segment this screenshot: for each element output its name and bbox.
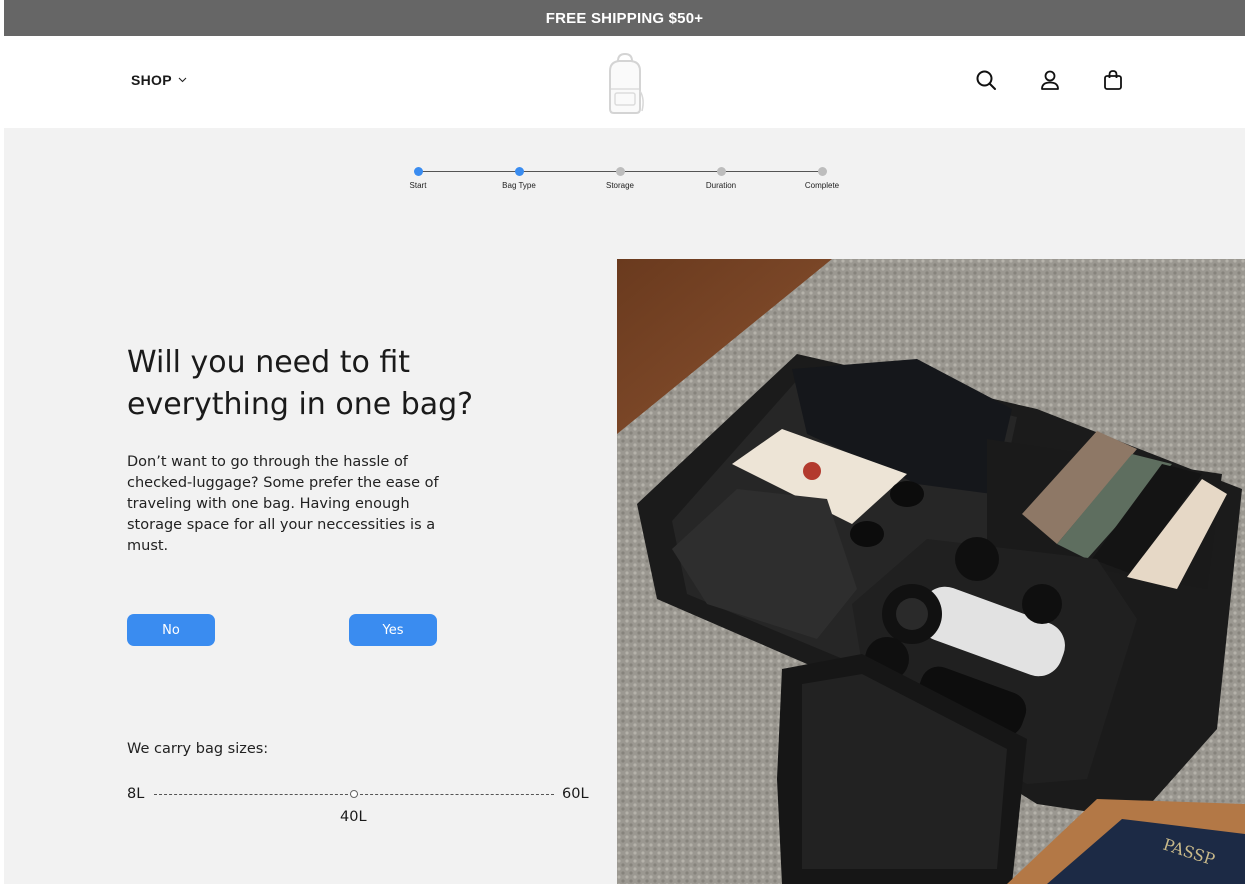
stepper-dot <box>817 167 827 176</box>
stepper-dot <box>615 167 625 176</box>
promo-banner: FREE SHIPPING $50+ <box>4 0 1245 36</box>
no-button[interactable]: No <box>127 614 215 646</box>
bag-size-mid: 40L <box>340 809 367 825</box>
bag-size-range-knob <box>350 790 358 798</box>
search-icon[interactable] <box>974 68 998 92</box>
backpack-logo-icon[interactable] <box>602 51 648 117</box>
stepper-dot <box>413 167 423 176</box>
chevron-down-icon <box>178 77 187 83</box>
yes-button[interactable]: Yes <box>349 614 437 646</box>
stepper-step: Bag Type <box>489 167 549 190</box>
packed-backpack-photo: PASSP <box>617 259 1245 884</box>
cart-icon[interactable] <box>1101 68 1125 92</box>
question-description: Don’t want to go through the hassle of c… <box>127 454 439 554</box>
stepper-label: Start <box>409 181 427 190</box>
stepper-label: Bag Type <box>502 181 536 190</box>
page: FREE SHIPPING $50+ SHOP Start Bag Type S… <box>4 0 1245 884</box>
bag-size-min: 8L <box>127 786 145 802</box>
stepper-step: Storage <box>590 167 650 190</box>
bag-sizes-title: We carry bag sizes: <box>127 741 269 757</box>
stepper-step: Duration <box>691 167 751 190</box>
promo-text: FREE SHIPPING $50+ <box>545 9 704 27</box>
account-icon[interactable] <box>1038 68 1062 92</box>
site-header: SHOP <box>4 36 1245 128</box>
stepper-dot <box>716 167 726 176</box>
stepper-step: Complete <box>792 167 852 190</box>
stepper-step: Start <box>388 167 448 190</box>
stepper-label: Complete <box>804 181 840 190</box>
shop-menu-label: SHOP <box>131 72 172 88</box>
bag-size-max: 60L <box>562 786 589 802</box>
stepper-dot <box>514 167 524 176</box>
stepper-label: Duration <box>705 181 737 190</box>
stepper-label: Storage <box>605 181 635 190</box>
shop-menu[interactable]: SHOP <box>131 72 187 88</box>
progress-stepper: Start Bag Type Storage Duration Complete <box>400 163 860 203</box>
question-heading: Will you need to fit everything in one b… <box>127 345 474 422</box>
